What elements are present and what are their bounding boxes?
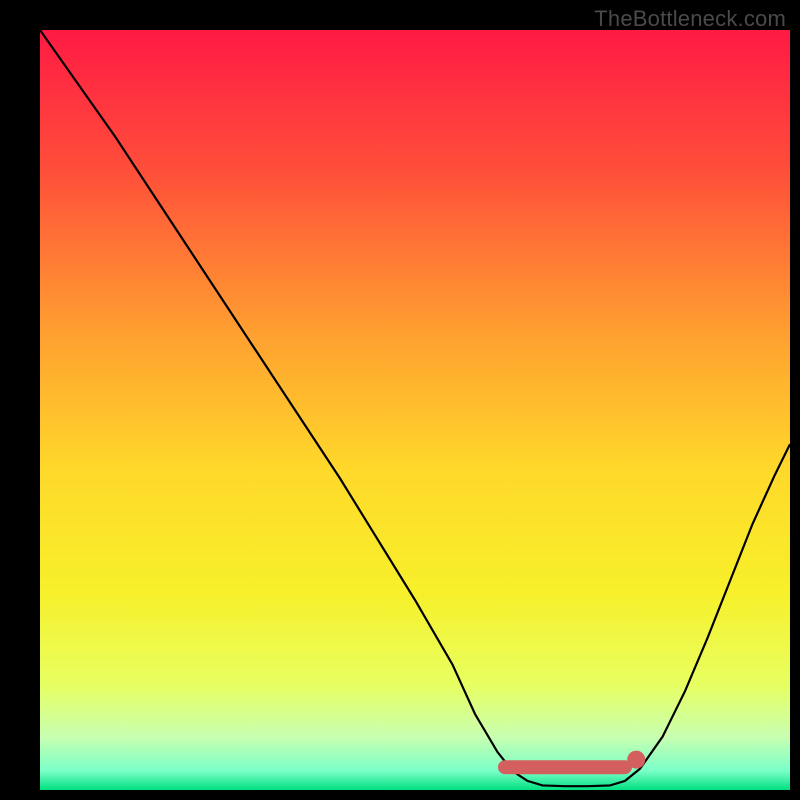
gradient-background: [40, 30, 790, 790]
optimal-marker: [627, 751, 645, 769]
watermark-text: TheBottleneck.com: [594, 6, 786, 32]
chart-container: TheBottleneck.com: [0, 0, 800, 800]
bottleneck-chart: [0, 0, 800, 800]
